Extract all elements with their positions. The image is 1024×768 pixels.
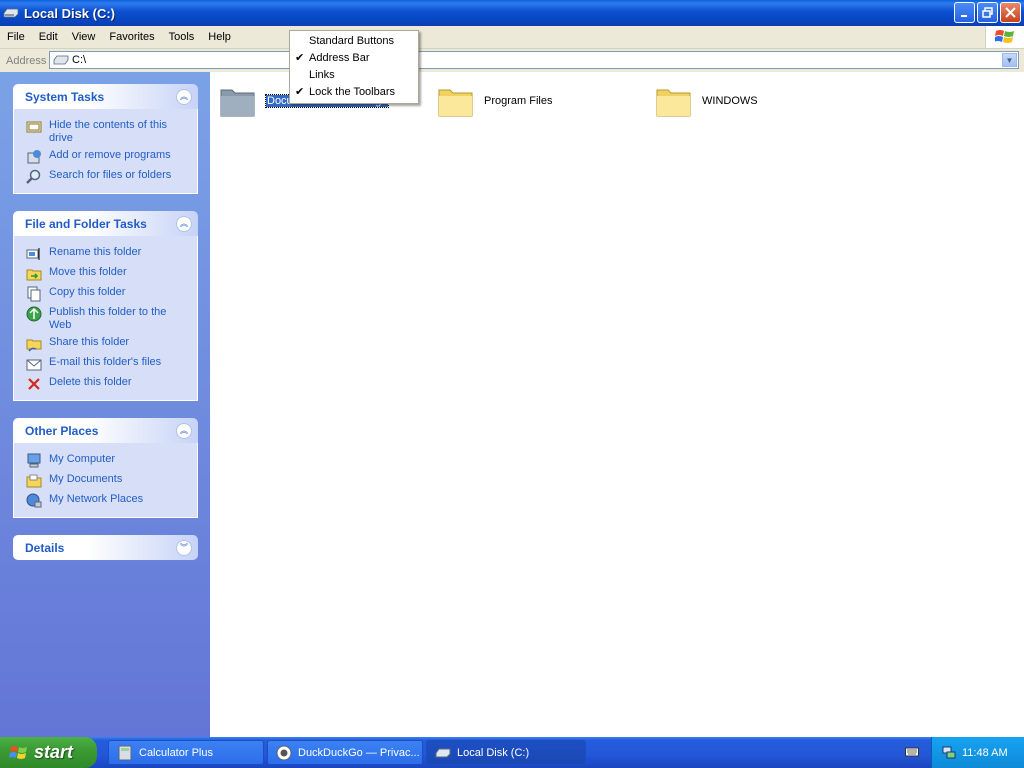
windows-flag-icon [9, 745, 27, 759]
menu-favorites[interactable]: Favorites [102, 26, 161, 48]
chevron-down-icon: ▼ [1005, 55, 1014, 65]
other-places-panel: Other Places ︽ My Computer My Documents [13, 418, 198, 518]
task-hide-drive[interactable]: Hide the contents of this drive [14, 117, 197, 147]
network-status-icon[interactable] [942, 746, 956, 760]
menu-file[interactable]: File [0, 26, 32, 48]
hide-drive-icon [26, 121, 42, 133]
address-input[interactable]: C:\ ▼ [49, 51, 1019, 69]
menu-item-lock-toolbars[interactable]: ✔ Lock the Toolbars [290, 84, 418, 101]
collapse-icon[interactable]: ︽ [176, 88, 192, 105]
minimize-button[interactable] [954, 2, 975, 23]
start-button[interactable]: start [0, 737, 97, 768]
collapse-icon[interactable]: ︽ [176, 215, 192, 232]
folder-windows[interactable]: WINDOWS [654, 82, 758, 120]
place-my-documents[interactable]: My Documents [14, 471, 197, 491]
delete-icon [28, 378, 40, 390]
expand-icon[interactable]: ︾ [176, 539, 192, 556]
menu-item-standard-buttons[interactable]: Standard Buttons [290, 33, 418, 50]
start-label: start [34, 742, 74, 762]
address-value: C:\ [72, 54, 87, 66]
folder-program-files[interactable]: Program Files [436, 82, 552, 120]
browser-icon [276, 745, 292, 760]
task-pane: System Tasks ︽ Hide the contents of this… [0, 72, 210, 737]
menu-item-address-bar[interactable]: ✔ Address Bar [290, 50, 418, 67]
calculator-icon [118, 745, 132, 760]
clock[interactable]: 11:48 AM [962, 747, 1008, 759]
panel-title: Other Places [25, 423, 99, 438]
close-icon [1005, 7, 1016, 18]
menu-tools[interactable]: Tools [162, 26, 202, 48]
panel-title: Details [25, 540, 65, 555]
task-rename-folder[interactable]: Rename this folder [14, 244, 197, 264]
minimize-icon [960, 14, 967, 17]
taskbar-duckduckgo[interactable]: DuckDuckGo — Privac... [267, 740, 423, 765]
task-add-remove-programs[interactable]: Add or remove programs [14, 147, 197, 167]
address-label: Address [6, 54, 47, 67]
menu-item-links[interactable]: Links [290, 67, 418, 84]
collapse-icon[interactable]: ︽ [176, 422, 192, 439]
address-bar: Address C:\ ▼ [0, 49, 1024, 73]
task-share-folder[interactable]: Share this folder [14, 334, 197, 354]
place-my-computer[interactable]: My Computer [14, 451, 197, 471]
folder-icon [220, 89, 255, 117]
drive-icon [3, 8, 19, 18]
other-places-header[interactable]: Other Places ︽ [13, 418, 198, 443]
title-bar[interactable]: Local Disk (C:) [0, 0, 1024, 26]
taskbar-local-disk[interactable]: Local Disk (C:) [426, 740, 586, 765]
address-dropdown-button[interactable]: ▼ [1002, 53, 1017, 67]
my-computer-icon [27, 453, 41, 468]
system-tray: 11:48 AM [931, 737, 1024, 768]
checkmark-icon: ✔ [295, 52, 305, 64]
file-folder-tasks-header[interactable]: File and Folder Tasks ︽ [13, 211, 198, 236]
share-icon [26, 339, 42, 352]
task-publish-web[interactable]: Publish this folder to the Web [14, 304, 197, 334]
drive-icon [53, 55, 69, 65]
folder-icon [438, 89, 473, 117]
windows-flag-icon [995, 30, 1014, 43]
my-documents-icon [26, 474, 42, 488]
toolbars-context-menu: Standard Buttons ✔ Address Bar Links ✔ L… [289, 30, 419, 104]
task-email-files[interactable]: E-mail this folder's files [14, 354, 197, 374]
restore-icon [982, 7, 993, 18]
email-icon [26, 359, 42, 371]
menu-edit[interactable]: Edit [32, 26, 65, 48]
publish-web-icon [26, 306, 42, 322]
folder-icon [656, 89, 691, 117]
taskbar-calculator-plus[interactable]: Calculator Plus [108, 740, 264, 765]
system-tasks-header[interactable]: System Tasks ︽ [13, 84, 198, 109]
search-icon [26, 169, 41, 184]
taskbar: start Calculator Plus DuckDuckGo — Priva… [0, 737, 1024, 768]
task-copy-folder[interactable]: Copy this folder [14, 284, 197, 304]
close-button[interactable] [1000, 2, 1021, 23]
folder-label: WINDOWS [702, 95, 758, 107]
file-folder-tasks-panel: File and Folder Tasks ︽ Rename this fold… [13, 211, 198, 401]
copy-icon [27, 286, 41, 302]
panel-title: File and Folder Tasks [25, 216, 147, 231]
details-panel: Details ︾ [13, 535, 198, 560]
details-header[interactable]: Details ︾ [13, 535, 198, 560]
menu-help[interactable]: Help [201, 26, 238, 48]
window-title: Local Disk (C:) [24, 5, 116, 21]
menu-view[interactable]: View [65, 26, 103, 48]
task-move-folder[interactable]: Move this folder [14, 264, 197, 284]
drive-icon [435, 748, 451, 757]
add-remove-programs-icon [27, 150, 41, 164]
folder-view[interactable]: Documents and Settings Program Files WIN… [210, 72, 1024, 737]
task-delete-folder[interactable]: Delete this folder [14, 374, 197, 394]
task-search[interactable]: Search for files or folders [14, 167, 197, 187]
checkmark-icon: ✔ [295, 86, 305, 98]
network-places-icon [26, 493, 42, 508]
folder-label: Program Files [484, 95, 553, 107]
rename-icon [26, 248, 40, 260]
panel-title: System Tasks [25, 89, 105, 104]
restore-button[interactable] [977, 2, 998, 23]
place-network-places[interactable]: My Network Places [14, 491, 197, 511]
system-tasks-panel: System Tasks ︽ Hide the contents of this… [13, 84, 198, 194]
menu-bar: File Edit View Favorites Tools Help [0, 26, 1024, 49]
keyboard-icon[interactable] [905, 746, 919, 758]
move-icon [26, 269, 42, 281]
windows-logo [985, 26, 1024, 48]
